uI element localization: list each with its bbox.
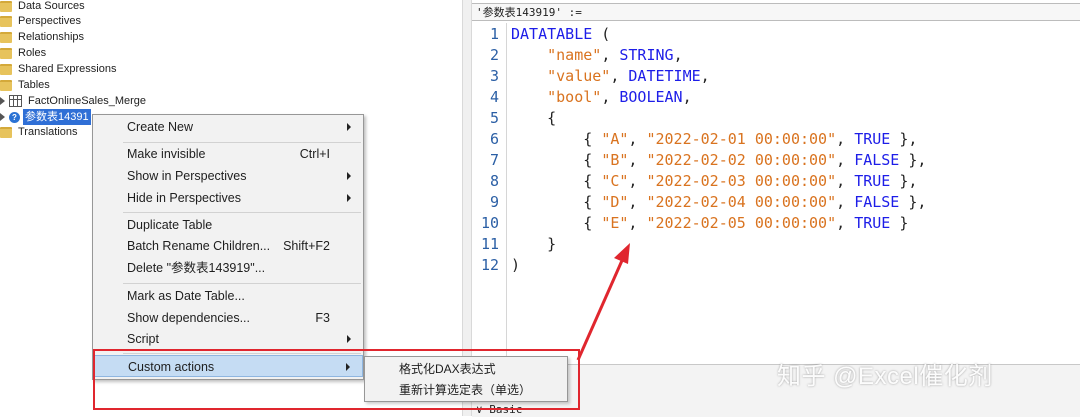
annotation-arrow-head bbox=[614, 243, 630, 264]
annotation-arrow bbox=[576, 243, 630, 361]
annotation-arrow-line bbox=[576, 255, 626, 361]
watermark-text: 知乎 @Excel催化剂 bbox=[777, 363, 993, 390]
